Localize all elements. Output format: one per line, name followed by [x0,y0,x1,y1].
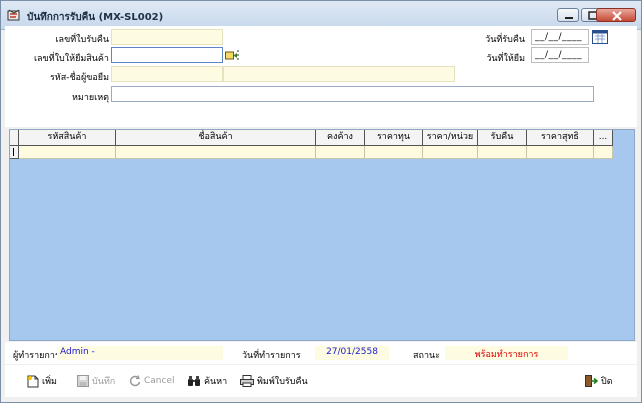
borrower-label: รหัส-ชื่อผู้ขอยืม [49,73,109,83]
lookup-icon[interactable] [225,50,239,60]
cancel-button[interactable]: Cancel [129,373,175,389]
close-icon [612,11,622,21]
cancel-icon [129,375,141,387]
window-title: บันทึกการรับคืน (MX-SL002) [27,12,164,23]
grid-corner [10,130,19,146]
status-bar: ผู้ทำรายการ Admin - วันที่ทำรายการ 27/01… [5,342,637,364]
date-label: วันที่ทำรายการ [242,351,301,361]
action-toolbar: เพิ่ม บันทึก Cancel ค้นหา พิมพ์ใบรับคืน … [5,365,637,397]
cancel-label: Cancel [144,376,175,386]
col-header-net-price[interactable]: ราคาสุทธิ [527,130,594,146]
save-icon [77,375,89,387]
receive-date-field[interactable]: __/__/____ [531,29,589,45]
borrower-name-field [223,66,455,82]
receipt-no-field[interactable] [111,29,223,45]
cell-unit-price[interactable] [423,146,478,159]
minimize-icon [565,17,573,19]
receipt-no-label: เลขที่ใบรับคืน [55,35,109,45]
header-form: เลขที่ใบรับคืน เลขที่ใบให้ยืมสินค้า รหัส… [5,26,637,127]
loan-date-label: วันที่ให้ยืม [486,54,525,64]
note-field[interactable] [111,86,594,102]
main-window: บันทึกการรับคืน (MX-SL002) เลขที่ใบรับคื… [0,0,642,403]
close-label: ปิด [601,377,613,387]
search-label: ค้นหา [204,377,228,387]
col-header-cost[interactable]: ราคาทุน [365,130,423,146]
table-row[interactable] [10,146,613,159]
close-form-button[interactable]: ปิด [585,373,613,389]
search-button[interactable]: ค้นหา [187,373,227,389]
date-value: 27/01/2558 [315,346,389,360]
cell-cost[interactable] [365,146,423,159]
exit-icon [585,375,598,387]
print-button[interactable]: พิมพ์ใบรับคืน [240,373,308,389]
new-doc-icon [27,375,39,387]
calendar-icon[interactable] [592,29,608,44]
binoculars-icon [188,376,200,386]
add-button[interactable]: เพิ่ม [27,373,57,389]
add-label: เพิ่ม [42,377,57,387]
receive-date-label: วันที่รับคืน [485,35,525,45]
col-header-outstanding[interactable]: คงค้าง [316,130,365,146]
borrower-code-field[interactable] [111,66,223,82]
loan-no-field[interactable] [111,47,223,63]
cell-product-name[interactable] [116,146,316,159]
state-label: สถานะ [413,351,440,361]
user-label: ผู้ทำรายการ [13,351,60,361]
cell-net-price[interactable] [527,146,594,159]
cell-more[interactable] [594,146,613,159]
col-header-more[interactable]: ... [594,130,613,146]
app-icon [7,9,21,22]
user-value: Admin - [57,346,223,360]
note-label: หมายเหตุ [71,93,109,103]
cell-product-code[interactable] [19,146,116,159]
col-header-product-code[interactable]: รหัสสินค้า [19,130,116,146]
save-button[interactable]: บันทึก [77,373,115,389]
items-grid[interactable]: รหัสสินค้า ชื่อสินค้า คงค้าง ราคาทุน ราค… [9,129,635,341]
state-value: พร้อมทำรายการ [445,346,568,360]
loan-no-label: เลขที่ใบให้ยืมสินค้า [33,54,109,64]
save-label: บันทึก [92,377,116,387]
cell-returned[interactable] [478,146,527,159]
col-header-unit-price[interactable]: ราคา/หน่วย [423,130,478,146]
print-label: พิมพ์ใบรับคืน [257,377,308,387]
close-button[interactable] [596,8,636,22]
printer-icon [240,375,254,387]
loan-date-field: __/__/____ [531,47,589,63]
col-header-product-name[interactable]: ชื่อสินค้า [116,130,316,146]
row-indicator [10,146,19,159]
minimize-button[interactable] [557,8,579,22]
grid-header: รหัสสินค้า ชื่อสินค้า คงค้าง ราคาทุน ราค… [10,130,613,146]
col-header-returned[interactable]: รับคืน [478,130,527,146]
cell-outstanding[interactable] [316,146,365,159]
